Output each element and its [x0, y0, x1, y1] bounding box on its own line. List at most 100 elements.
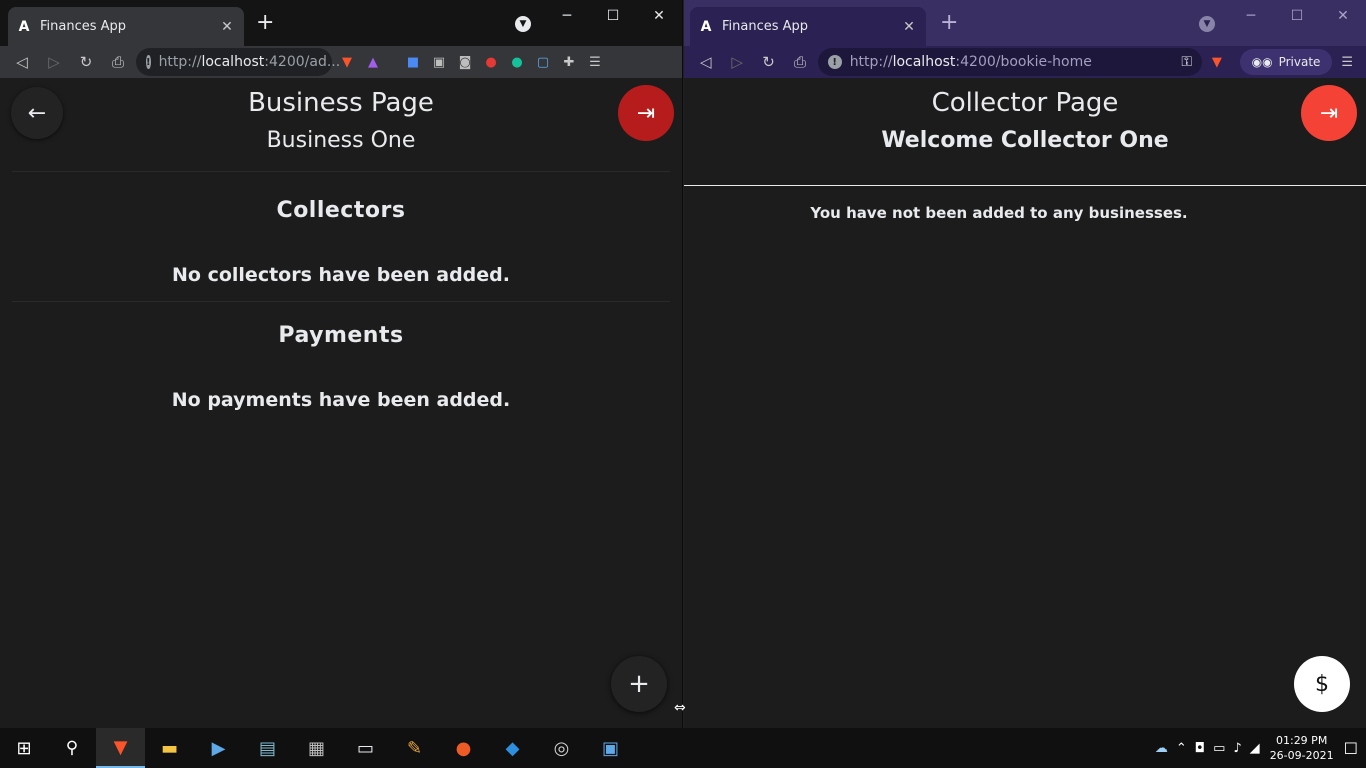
brave-shields-icon[interactable]: ▼: [336, 51, 358, 73]
grammarly-icon[interactable]: ●: [506, 51, 528, 73]
private-label: Private: [1278, 55, 1321, 69]
close-window-button[interactable]: ✕: [636, 0, 682, 32]
extension-docs-icon[interactable]: ■: [402, 51, 424, 73]
logout-icon[interactable]: ⇥: [618, 85, 674, 141]
extension-camera-icon[interactable]: ◙: [454, 51, 476, 73]
bookmark-icon[interactable]: ⎙: [104, 48, 132, 76]
reload-icon[interactable]: ↻: [755, 48, 782, 76]
webcam-icon[interactable]: ◘: [1195, 741, 1205, 756]
onedrive-cloud-icon[interactable]: ☁: [1155, 741, 1168, 756]
address-bar[interactable]: ! http://localhost:4200/ad...: [136, 48, 340, 76]
back-nav-icon[interactable]: ◁: [692, 48, 719, 76]
notepad-icon[interactable]: ▤: [243, 728, 292, 768]
url-prefix: http://: [158, 54, 202, 70]
forward-nav-icon[interactable]: ▷: [723, 48, 750, 76]
new-tab-button[interactable]: +: [940, 10, 958, 35]
divider: [684, 185, 1366, 186]
business-page: ← Business Page Business One ⇥ Collector…: [0, 78, 682, 728]
left-browser-window: A Finances App ✕ + ▼ ─ ☐ ✕ ◁ ▷ ↻ ⎙ ! htt…: [0, 0, 683, 728]
vscode-icon[interactable]: ◆: [488, 728, 537, 768]
clock[interactable]: 01:29 PM 26-09-2021: [1268, 733, 1336, 763]
tab-strip: A Finances App ✕ + ▼ ─ ☐ ✕: [684, 0, 1366, 46]
windows-taskbar: ⊞ ⚲ ▼ ▬ ▶ ▤ ▦ ▭ ✎ ● ◆ ◎ ▣ ☁ ⌃ ◘ ▭ ♪ ◢ 01…: [0, 728, 1366, 768]
menu-icon[interactable]: ☰: [584, 51, 606, 73]
notifications-icon[interactable]: ☐: [1344, 739, 1358, 758]
payments-heading: Payments: [278, 323, 404, 348]
window-controls: ─ ☐ ✕: [544, 0, 682, 32]
url-rest: :4200/bookie-home: [955, 54, 1092, 70]
tab-finances-app[interactable]: A Finances App ✕: [8, 7, 244, 46]
page-title: Collector Page: [931, 88, 1119, 118]
url-host: localhost: [892, 54, 956, 70]
close-window-button[interactable]: ✕: [1320, 0, 1366, 32]
brave-shields-icon[interactable]: ▼: [1206, 51, 1228, 73]
key-icon[interactable]: ⚿: [1181, 54, 1192, 70]
reload-icon[interactable]: ↻: [72, 48, 100, 76]
site-info-icon[interactable]: !: [827, 55, 842, 69]
address-bar[interactable]: ! http://localhost:4200/bookie-home ⚿: [817, 48, 1203, 76]
chevron-up-icon[interactable]: ⌃: [1176, 741, 1187, 756]
forward-nav-icon[interactable]: ▷: [40, 48, 68, 76]
url-text[interactable]: http://localhost:4200/ad...: [159, 54, 341, 70]
tab-close-icon[interactable]: ✕: [900, 19, 918, 35]
clock-date: 26-09-2021: [1269, 749, 1334, 762]
add-icon[interactable]: +: [611, 656, 667, 712]
extensions-puzzle-icon[interactable]: ✚: [558, 51, 580, 73]
search-icon[interactable]: ⚲: [48, 728, 96, 768]
extension-screen-icon[interactable]: ▢: [532, 51, 554, 73]
url-text[interactable]: http://localhost:4200/bookie-home: [850, 54, 1174, 70]
logout-icon[interactable]: ⇥: [1301, 85, 1357, 141]
minimize-button[interactable]: ─: [544, 0, 590, 32]
divider: [12, 301, 670, 302]
incognito-glasses-icon: ◉◉: [1251, 55, 1273, 69]
minimize-button[interactable]: ─: [1228, 0, 1274, 32]
payments-empty-message: No payments have been added.: [171, 389, 511, 411]
screen-recorder-icon[interactable]: ▣: [586, 728, 635, 768]
brave-icon[interactable]: ▼: [96, 728, 145, 768]
url-rest: :4200/ad...: [264, 54, 341, 70]
maximize-button[interactable]: ☐: [590, 0, 636, 32]
volume-icon[interactable]: ♪: [1233, 741, 1241, 756]
tab-search-icon[interactable]: ▼: [515, 16, 531, 32]
maximize-button[interactable]: ☐: [1274, 0, 1320, 32]
collector-page: Collector Page Welcome Collector One ⇥ Y…: [684, 78, 1366, 728]
tab-close-icon[interactable]: ✕: [218, 19, 236, 35]
control-panel-icon[interactable]: ▦: [292, 728, 341, 768]
collectors-heading: Collectors: [276, 198, 406, 223]
window-controls: ─ ☐ ✕: [1228, 0, 1366, 32]
media-player-icon[interactable]: ▶: [194, 728, 243, 768]
tab-strip: A Finances App ✕ + ▼ ─ ☐ ✕: [0, 0, 682, 46]
page-title: Business Page: [248, 88, 434, 118]
battery-icon[interactable]: ▭: [1213, 741, 1225, 756]
browser-toolbar: ◁ ▷ ↻ ⎙ ! http://localhost:4200/ad... ▼ …: [0, 46, 682, 78]
welcome-message: Welcome Collector One: [881, 128, 1169, 153]
tab-search-icon[interactable]: ▼: [1199, 16, 1215, 32]
extension-red-icon[interactable]: ●: [480, 51, 502, 73]
tab-finances-app[interactable]: A Finances App ✕: [690, 7, 926, 46]
angular-favicon-icon: A: [18, 18, 30, 35]
browser-toolbar: ◁ ▷ ↻ ⎙ ! http://localhost:4200/bookie-h…: [684, 46, 1366, 78]
clock-time: 01:29 PM: [1275, 734, 1328, 747]
angular-favicon-icon: A: [700, 18, 712, 35]
windows-start-icon[interactable]: ⊞: [0, 728, 48, 768]
file-explorer-icon[interactable]: ▬: [145, 728, 194, 768]
obs-icon[interactable]: ◎: [537, 728, 586, 768]
tab-title: Finances App: [722, 19, 809, 34]
bookmark-icon[interactable]: ⎙: [786, 48, 813, 76]
dollar-icon[interactable]: $: [1294, 656, 1350, 712]
site-info-icon[interactable]: !: [146, 55, 151, 69]
postman-icon[interactable]: ●: [439, 728, 488, 768]
paint-icon[interactable]: ✎: [390, 728, 439, 768]
collectors-empty-message: No collectors have been added.: [172, 264, 510, 286]
terminal-icon[interactable]: ▭: [341, 728, 390, 768]
brave-rewards-icon[interactable]: ▲: [362, 51, 384, 73]
network-icon[interactable]: ◢: [1250, 741, 1260, 756]
new-tab-button[interactable]: +: [256, 10, 274, 35]
url-prefix: http://: [849, 54, 893, 70]
menu-icon[interactable]: ☰: [1336, 51, 1358, 73]
extension-note-icon[interactable]: ▣: [428, 51, 450, 73]
url-host: localhost: [201, 54, 265, 70]
resize-cursor-icon: ⇔: [674, 700, 686, 716]
private-badge[interactable]: ◉◉ Private: [1239, 49, 1333, 75]
back-nav-icon[interactable]: ◁: [8, 48, 36, 76]
